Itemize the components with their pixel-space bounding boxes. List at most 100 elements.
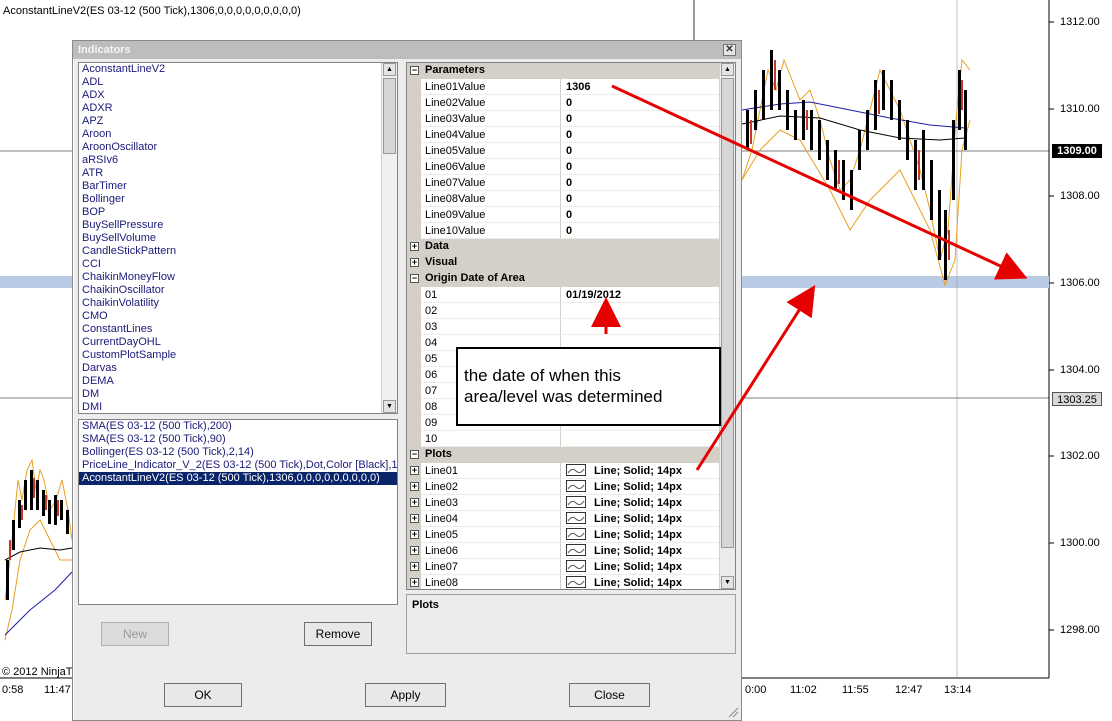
- applied-indicator-item[interactable]: AconstantLineV2(ES 03-12 (500 Tick),1306…: [79, 472, 397, 485]
- category-plots[interactable]: − Plots: [407, 447, 721, 463]
- property-value[interactable]: 0: [562, 223, 721, 239]
- indicator-list-scrollbar[interactable]: ▲ ▼: [381, 63, 397, 413]
- property-value[interactable]: Line; Solid; 14px: [562, 559, 721, 575]
- indicator-list-item[interactable]: BOP: [79, 206, 397, 219]
- parameter-row[interactable]: Line03Value 0: [407, 111, 721, 127]
- applied-indicator-item[interactable]: SMA(ES 03-12 (500 Tick),200): [79, 420, 397, 433]
- property-value[interactable]: 0: [562, 191, 721, 207]
- plot-row[interactable]: + Line04 Line; Solid; 14px: [407, 511, 721, 527]
- parameter-row[interactable]: Line04Value 0: [407, 127, 721, 143]
- indicator-list-item[interactable]: Darvas: [79, 362, 397, 375]
- indicator-list-item[interactable]: AroonOscillator: [79, 141, 397, 154]
- parameter-row[interactable]: Line08Value 0: [407, 191, 721, 207]
- parameter-row[interactable]: Line05Value 0: [407, 143, 721, 159]
- property-value[interactable]: [562, 319, 721, 335]
- available-indicators-list[interactable]: AconstantLineV2 ADL ADX ADXR APZ Aroon AroonOs…: [78, 62, 398, 414]
- plot-row[interactable]: + Line08 Line; Solid; 14px: [407, 575, 721, 589]
- indicator-list-item[interactable]: ATR: [79, 167, 397, 180]
- resize-grip-icon[interactable]: [727, 706, 739, 718]
- property-value[interactable]: 0: [562, 111, 721, 127]
- dialog-titlebar[interactable]: Indicators ✕: [73, 41, 741, 59]
- indicator-list-item[interactable]: CCI: [79, 258, 397, 271]
- property-value[interactable]: 0: [562, 207, 721, 223]
- property-value[interactable]: 0: [562, 127, 721, 143]
- property-value[interactable]: 0: [562, 95, 721, 111]
- expand-icon[interactable]: +: [410, 514, 419, 523]
- applied-indicator-item[interactable]: SMA(ES 03-12 (500 Tick),90): [79, 433, 397, 446]
- scroll-thumb[interactable]: [383, 78, 396, 154]
- plot-row[interactable]: + Line05 Line; Solid; 14px: [407, 527, 721, 543]
- indicator-list-item[interactable]: BuySellVolume: [79, 232, 397, 245]
- parameter-row[interactable]: Line01Value 1306: [407, 79, 721, 95]
- expand-icon[interactable]: +: [410, 258, 419, 267]
- indicator-list-item[interactable]: CandleStickPattern: [79, 245, 397, 258]
- property-value[interactable]: 01/19/2012: [562, 287, 721, 303]
- indicator-list-item[interactable]: CurrentDayOHL: [79, 336, 397, 349]
- property-value[interactable]: [562, 303, 721, 319]
- indicator-list-item[interactable]: ChaikinVolatility: [79, 297, 397, 310]
- plot-row[interactable]: + Line06 Line; Solid; 14px: [407, 543, 721, 559]
- apply-button[interactable]: Apply: [365, 683, 446, 707]
- indicator-list-item[interactable]: BuySellPressure: [79, 219, 397, 232]
- indicator-list-item[interactable]: ADX: [79, 89, 397, 102]
- indicator-list-item[interactable]: DEMA: [79, 375, 397, 388]
- expand-icon[interactable]: +: [410, 578, 419, 587]
- parameter-row[interactable]: Line06Value 0: [407, 159, 721, 175]
- property-value[interactable]: Line; Solid; 14px: [562, 463, 721, 479]
- scroll-up-icon[interactable]: ▲: [383, 63, 396, 76]
- applied-indicators-list[interactable]: SMA(ES 03-12 (500 Tick),200) SMA(ES 03-12…: [78, 419, 398, 605]
- property-value[interactable]: 0: [562, 143, 721, 159]
- property-value[interactable]: 0: [562, 175, 721, 191]
- property-grid[interactable]: − Parameters Line01Value 1306 Line02Value 0 Li…: [406, 62, 736, 590]
- property-value[interactable]: Line; Solid; 14px: [562, 479, 721, 495]
- expand-icon[interactable]: +: [410, 546, 419, 555]
- category-data[interactable]: + Data: [407, 239, 721, 255]
- close-button[interactable]: Close: [569, 683, 650, 707]
- indicator-list-item[interactable]: CustomPlotSample: [79, 349, 397, 362]
- expand-icon[interactable]: +: [410, 466, 419, 475]
- scroll-down-icon[interactable]: ▼: [383, 400, 396, 413]
- origin-date-row[interactable]: 02: [407, 303, 721, 319]
- origin-date-row[interactable]: 01 01/19/2012: [407, 287, 721, 303]
- parameter-row[interactable]: Line10Value 0: [407, 223, 721, 239]
- collapse-icon[interactable]: −: [410, 66, 419, 75]
- indicator-list-item[interactable]: BarTimer: [79, 180, 397, 193]
- close-icon[interactable]: ✕: [723, 44, 736, 56]
- property-value[interactable]: 0: [562, 159, 721, 175]
- indicator-list-item[interactable]: AconstantLineV2: [79, 63, 397, 76]
- expand-icon[interactable]: +: [410, 530, 419, 539]
- expand-icon[interactable]: +: [410, 562, 419, 571]
- property-value[interactable]: Line; Solid; 14px: [562, 543, 721, 559]
- category-visual[interactable]: + Visual: [407, 255, 721, 271]
- property-value[interactable]: Line; Solid; 14px: [562, 511, 721, 527]
- indicator-list-item[interactable]: APZ: [79, 115, 397, 128]
- indicator-list-item[interactable]: Bollinger: [79, 193, 397, 206]
- indicator-list-item[interactable]: ChaikinOscillator: [79, 284, 397, 297]
- indicator-list-item[interactable]: Aroon: [79, 128, 397, 141]
- indicator-list-item[interactable]: ADXR: [79, 102, 397, 115]
- indicator-list-item[interactable]: ConstantLines: [79, 323, 397, 336]
- scroll-up-icon[interactable]: ▲: [721, 63, 734, 76]
- plot-row[interactable]: + Line01 Line; Solid; 14px: [407, 463, 721, 479]
- category-origin-date[interactable]: − Origin Date of Area: [407, 271, 721, 287]
- property-value[interactable]: Line; Solid; 14px: [562, 527, 721, 543]
- expand-icon[interactable]: +: [410, 498, 419, 507]
- plot-row[interactable]: + Line03 Line; Solid; 14px: [407, 495, 721, 511]
- property-grid-scrollbar[interactable]: ▲ ▼: [719, 63, 735, 589]
- property-value[interactable]: Line; Solid; 14px: [562, 575, 721, 589]
- origin-date-row[interactable]: 10: [407, 431, 721, 447]
- expand-icon[interactable]: +: [410, 482, 419, 491]
- scroll-down-icon[interactable]: ▼: [721, 576, 734, 589]
- applied-indicator-item[interactable]: Bollinger(ES 03-12 (500 Tick),2,14): [79, 446, 397, 459]
- indicator-list-item[interactable]: aRSIv6: [79, 154, 397, 167]
- plot-row[interactable]: + Line07 Line; Solid; 14px: [407, 559, 721, 575]
- indicator-list-item[interactable]: DM: [79, 388, 397, 401]
- parameter-row[interactable]: Line09Value 0: [407, 207, 721, 223]
- indicator-list-item[interactable]: CMO: [79, 310, 397, 323]
- scroll-thumb[interactable]: [721, 78, 734, 548]
- property-value[interactable]: [562, 431, 721, 447]
- new-button[interactable]: New: [101, 622, 169, 646]
- collapse-icon[interactable]: −: [410, 450, 419, 459]
- indicator-list-item[interactable]: ADL: [79, 76, 397, 89]
- expand-icon[interactable]: +: [410, 242, 419, 251]
